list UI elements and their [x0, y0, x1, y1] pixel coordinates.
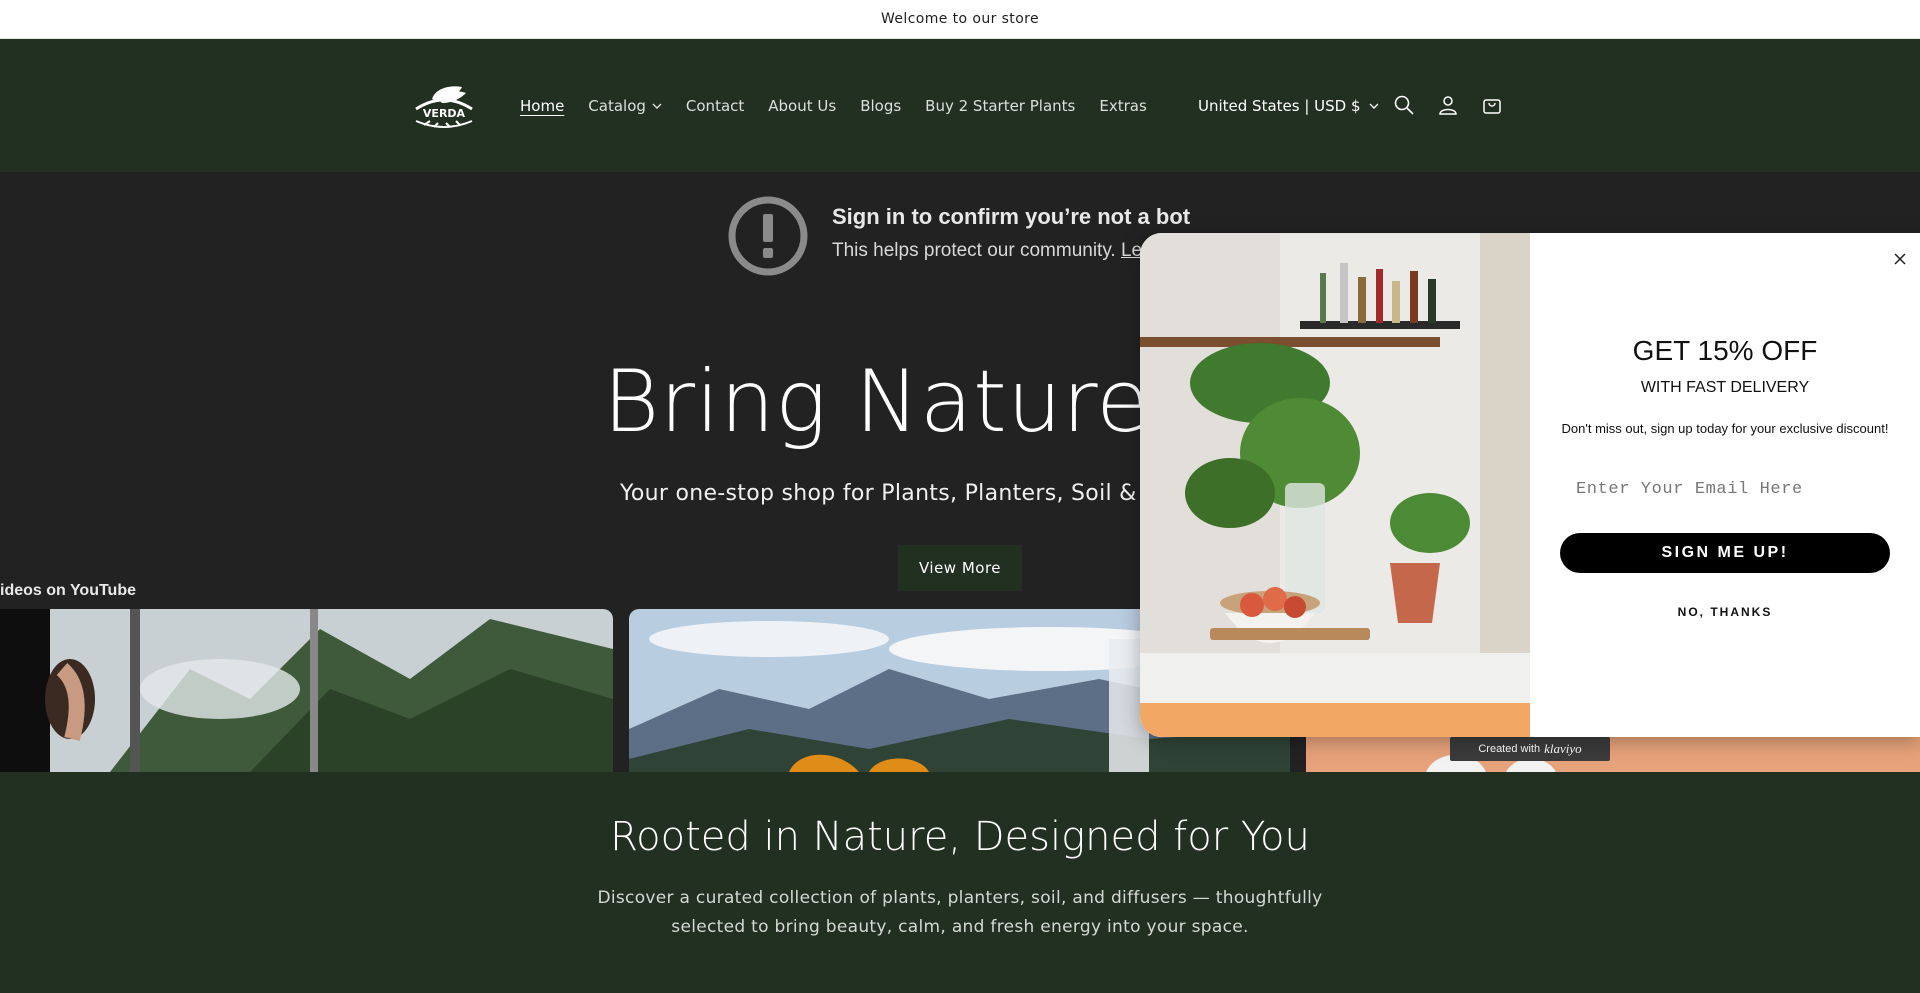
nav-buy-2-starter-plants[interactable]: Buy 2 Starter Plants: [925, 97, 1075, 115]
site-header: VERDA Home Catalog Contact About Us Blog…: [0, 39, 1920, 172]
announcement-bar: Welcome to our store: [0, 0, 1920, 39]
nav-about-us[interactable]: About Us: [768, 97, 836, 115]
announcement-text: Welcome to our store: [880, 11, 1040, 27]
nav-contact[interactable]: Contact: [686, 97, 744, 115]
logo-text: VERDA: [423, 107, 466, 120]
bot-check-title: Sign in to confirm you’re not a bot: [832, 204, 1191, 229]
youtube-videos-label: ideos on YouTube: [0, 582, 136, 599]
kitchen-plants-image: [1140, 233, 1530, 737]
rooted-section: Rooted in Nature, Designed for You Disco…: [0, 772, 1920, 993]
nav-blogs[interactable]: Blogs: [860, 97, 901, 115]
nav-catalog[interactable]: Catalog: [588, 97, 662, 115]
country-currency-label: United States | USD $: [1198, 96, 1361, 115]
discount-popup: GET 15% OFF WITH FAST DELIVERY Don't mis…: [1140, 233, 1920, 737]
popup-subheadline: WITH FAST DELIVERY: [1640, 379, 1810, 396]
main-nav: Home Catalog Contact About Us Blogs Buy …: [520, 39, 1147, 172]
exclamation-circle-icon: [728, 196, 808, 276]
video-thumbnail[interactable]: [0, 609, 613, 772]
nav-extras[interactable]: Extras: [1099, 97, 1146, 115]
verda-logo[interactable]: VERDA: [410, 83, 478, 131]
sign-me-up-button[interactable]: SIGN ME UP!: [1560, 533, 1890, 573]
rooted-description: Discover a curated collection of plants,…: [597, 888, 1323, 937]
klaviyo-logo: klaviyo: [1544, 741, 1582, 756]
nav-home[interactable]: Home: [520, 97, 564, 115]
account-icon[interactable]: [1436, 93, 1460, 117]
view-more-button[interactable]: View More: [898, 545, 1022, 591]
video-thumbnail-image: [0, 609, 613, 772]
hero-subtitle: Your one-stop shop for Plants, Planters,…: [620, 481, 1182, 506]
klaviyo-badge[interactable]: Created with klaviyo: [1450, 737, 1610, 761]
email-field[interactable]: [1560, 469, 1890, 509]
rooted-title: Rooted in Nature, Designed for You: [610, 814, 1310, 860]
chevron-down-icon: [652, 103, 662, 109]
popup-headline: GET 15% OFF: [1632, 335, 1818, 366]
bot-check-subtitle: This helps protect our community. Lear: [832, 240, 1159, 262]
country-currency-selector[interactable]: United States | USD $: [1198, 39, 1379, 172]
popup-body-text: Don't miss out, sign up today for your e…: [1561, 421, 1889, 436]
no-thanks-button[interactable]: NO, THANKS: [1560, 605, 1890, 619]
close-icon[interactable]: [1888, 247, 1912, 271]
search-icon[interactable]: [1392, 93, 1416, 117]
chevron-down-icon: [1369, 103, 1379, 109]
cart-icon[interactable]: [1480, 93, 1504, 117]
klaviyo-badge-prefix: Created with: [1478, 743, 1541, 755]
